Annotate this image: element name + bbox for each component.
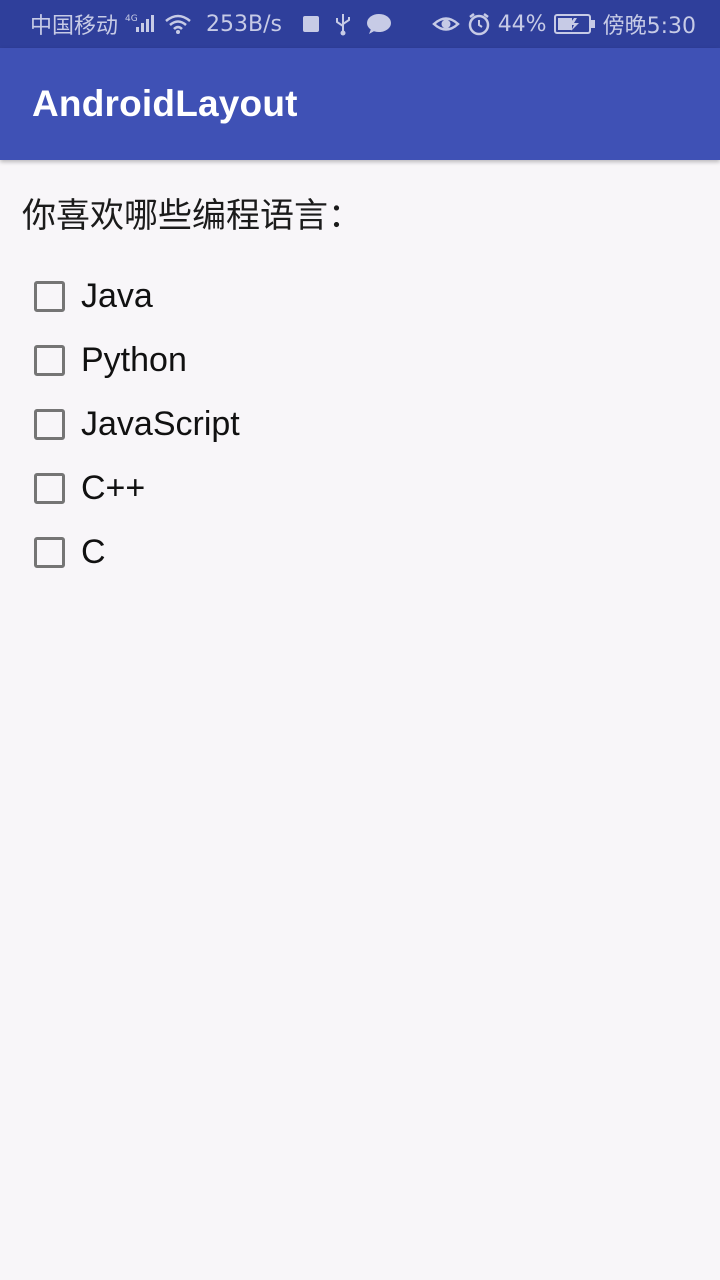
status-bar-right: 44% 傍晚5:30 xyxy=(431,0,696,48)
checkbox-cpp[interactable]: C++ xyxy=(34,468,145,508)
checkbox-box[interactable] xyxy=(34,280,65,312)
checkbox-box[interactable] xyxy=(34,472,65,504)
app-bar: AndroidLayout xyxy=(0,48,720,160)
app-title: AndroidLayout xyxy=(32,83,298,124)
notification-square-icon xyxy=(302,15,320,33)
eye-icon xyxy=(431,13,460,35)
carrier-name: 中国移动 xyxy=(30,14,119,39)
battery-percent: 44% xyxy=(497,11,547,37)
wifi-icon xyxy=(164,12,192,36)
checkbox-box[interactable] xyxy=(34,408,65,440)
checkbox-java[interactable]: Java xyxy=(34,276,153,316)
network-type: 4G xyxy=(125,14,138,24)
question-label: 你喜欢哪些编程语言： xyxy=(22,196,362,236)
status-bar-left: 中国移动 4G 253B/s xyxy=(30,0,392,48)
checkbox-label[interactable]: JavaScript xyxy=(81,405,240,444)
net-speed: 253B/s xyxy=(206,11,282,37)
checkbox-c[interactable]: C xyxy=(34,532,106,572)
usb-icon xyxy=(334,12,352,36)
checkbox-label[interactable]: Java xyxy=(81,277,153,316)
checkbox-python[interactable]: Python xyxy=(34,340,187,380)
status-bar: 中国移动 4G 253B/s 44% 傍晚5:30 xyxy=(0,0,720,48)
checkbox-label[interactable]: C++ xyxy=(81,469,145,508)
message-icon xyxy=(366,13,392,35)
checkbox-box[interactable] xyxy=(34,536,65,568)
clock-time: 傍晚5:30 xyxy=(602,14,696,39)
checkbox-label[interactable]: Python xyxy=(81,341,187,380)
checkbox-label[interactable]: C xyxy=(81,533,106,572)
checkbox-box[interactable] xyxy=(34,344,65,376)
signal-icon: 4G xyxy=(124,12,158,36)
alarm-icon xyxy=(467,12,491,36)
battery-icon xyxy=(553,13,596,35)
checkbox-javascript[interactable]: JavaScript xyxy=(34,404,240,444)
